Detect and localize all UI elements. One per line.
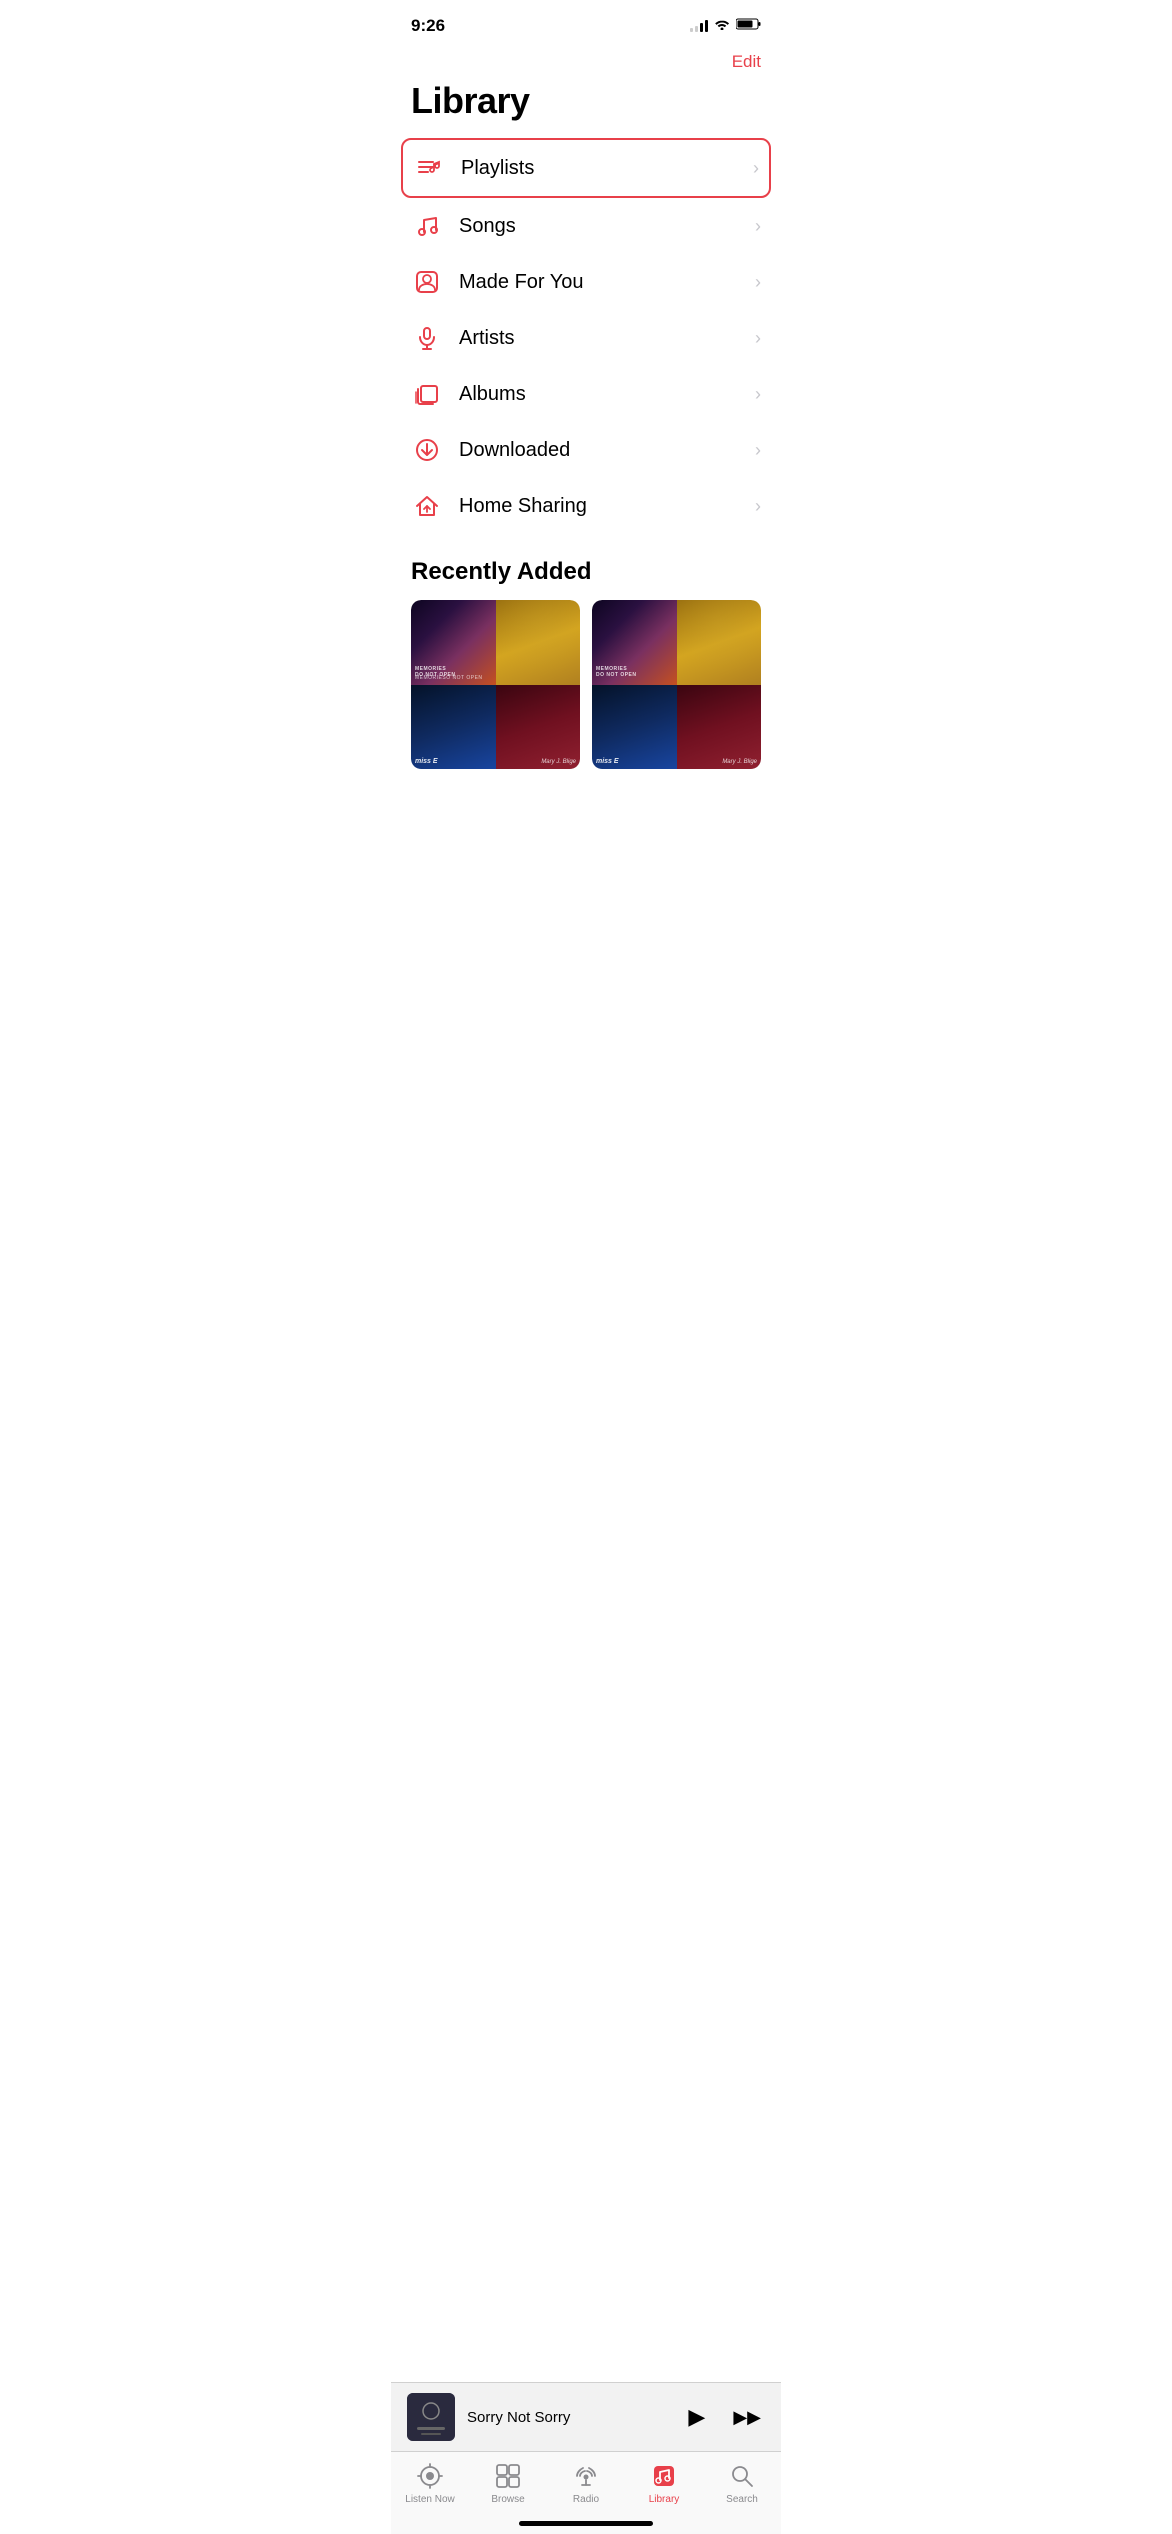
library-item-artists[interactable]: Artists › [391,310,781,366]
album-card-2[interactable]: MEMORIESDO NOT OPEN miss E Mary J. Blige [592,600,761,769]
home-indicator [519,2521,653,2526]
chevron-right-icon: › [755,384,761,405]
made-for-you-label: Made For You [459,271,755,294]
status-time: 9:26 [411,16,445,36]
battery-icon [736,17,761,35]
header: Edit [391,44,781,76]
page-title: Library [391,76,781,138]
browse-icon [494,2462,522,2490]
tab-listen-now[interactable]: Listen Now [400,2462,460,2505]
library-tab-icon [650,2462,678,2490]
made-for-you-icon [411,268,443,296]
mosaic-cell-chainsmokers: MEMORIESDO NOT OPEN [411,600,496,685]
home-sharing-label: Home Sharing [459,495,755,518]
tab-library-label: Library [649,2494,680,2505]
library-item-albums[interactable]: Albums › [391,366,781,422]
mosaic-cell-misse-2: miss E [592,685,677,770]
tab-radio[interactable]: Radio [556,2462,616,2505]
library-item-downloaded[interactable]: Downloaded › [391,422,781,478]
album-card-1[interactable]: MEMORIESDO NOT OPEN miss E Mary J. Blige [411,600,580,769]
downloaded-label: Downloaded [459,439,755,462]
playlists-label: Playlists [461,157,753,180]
chevron-right-icon: › [755,496,761,517]
mosaic-cell-maryj-2: Mary J. Blige [677,685,762,770]
tab-browse-label: Browse [491,2494,524,2505]
downloaded-icon [411,436,443,464]
recently-added-title: Recently Added [391,534,781,600]
tab-radio-label: Radio [573,2494,599,2505]
library-list: Playlists › Songs › Made For You › [391,138,781,534]
home-sharing-icon [411,492,443,520]
tab-search[interactable]: Search [712,2462,772,2505]
album-grid: MEMORIESDO NOT OPEN miss E Mary J. Blige… [391,600,781,769]
now-playing-bar[interactable]: Sorry Not Sorry ▶ ▶▶ [391,2382,781,2451]
wifi-icon [714,17,730,35]
chevron-right-icon: › [755,272,761,293]
tab-browse[interactable]: Browse [478,2462,538,2505]
radio-icon [572,2462,600,2490]
artists-label: Artists [459,327,755,350]
album-mosaic-1: MEMORIESDO NOT OPEN miss E Mary J. Blige [411,600,580,769]
play-button[interactable]: ▶ [684,2400,709,2434]
now-playing-controls: ▶ ▶▶ [684,2400,765,2434]
search-icon [728,2462,756,2490]
tab-listen-now-label: Listen Now [405,2494,454,2505]
albums-label: Albums [459,383,755,406]
library-item-playlists[interactable]: Playlists › [401,138,771,198]
playlist-icon [413,154,445,182]
library-item-made-for-you[interactable]: Made For You › [391,254,781,310]
albums-icon [411,380,443,408]
mosaic-cell-lizzo-2 [677,600,762,685]
edit-button[interactable]: Edit [732,48,761,76]
fast-forward-button[interactable]: ▶▶ [729,2403,765,2432]
mosaic-cell-misse: miss E [411,685,496,770]
artists-icon [411,324,443,352]
now-playing-title: Sorry Not Sorry [467,2409,684,2426]
chevron-right-icon: › [753,158,759,179]
chevron-right-icon: › [755,328,761,349]
song-icon [411,212,443,240]
library-item-songs[interactable]: Songs › [391,198,781,254]
mosaic-cell-chainsmokers-2: MEMORIESDO NOT OPEN [592,600,677,685]
tab-search-label: Search [726,2494,758,2505]
library-item-home-sharing[interactable]: Home Sharing › [391,478,781,534]
status-icons [690,17,761,35]
tab-library[interactable]: Library [634,2462,694,2505]
listen-now-icon [416,2462,444,2490]
mosaic-cell-maryj: Mary J. Blige [496,685,581,770]
status-bar: 9:26 [391,0,781,44]
signal-icon [690,20,708,32]
chevron-right-icon: › [755,440,761,461]
songs-label: Songs [459,215,755,238]
now-playing-artwork [407,2393,455,2441]
album-mosaic-2: MEMORIESDO NOT OPEN miss E Mary J. Blige [592,600,761,769]
chevron-right-icon: › [755,216,761,237]
mosaic-cell-lizzo [496,600,581,685]
